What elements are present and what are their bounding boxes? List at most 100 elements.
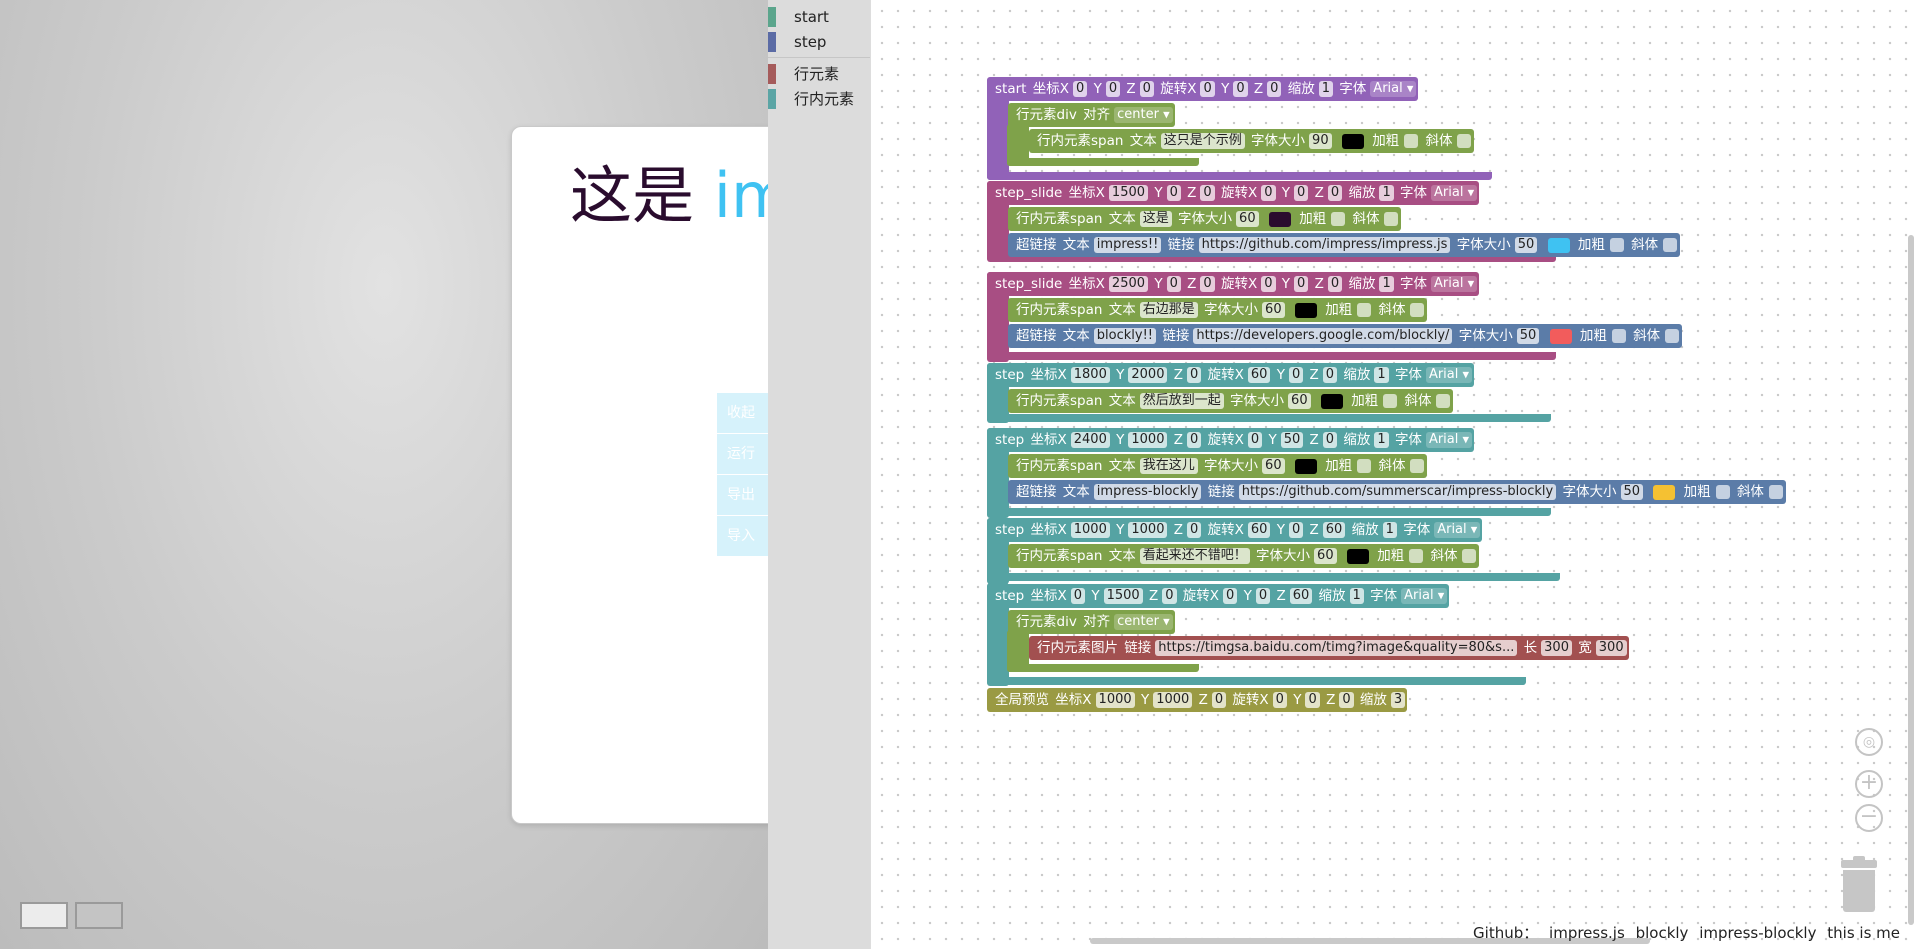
italic-checkbox[interactable] <box>1410 459 1425 473</box>
field-scale[interactable]: 1 <box>1318 81 1333 97</box>
field-font-size[interactable]: 50 <box>1620 484 1644 500</box>
bold-checkbox[interactable] <box>1357 459 1372 473</box>
field-y[interactable]: 2000 <box>1128 367 1168 383</box>
bold-checkbox[interactable] <box>1409 549 1424 563</box>
import-button[interactable]: 导入 <box>717 516 773 556</box>
field-text[interactable]: impress!! <box>1093 237 1162 253</box>
start-block[interactable]: start 坐标X 0 Y0 Z0 旋转X 0 Y0 Z0 缩放 1 字体 Arial … <box>987 77 1419 101</box>
toolbox-category-row-element[interactable]: 行元素 <box>768 62 870 86</box>
italic-checkbox[interactable] <box>1436 394 1451 408</box>
toolbox-category-inline-element[interactable]: 行内元素 <box>768 87 870 111</box>
field-x[interactable]: 0 <box>1073 81 1088 97</box>
italic-checkbox[interactable] <box>1462 549 1477 563</box>
field-y[interactable]: 1500 <box>1103 588 1143 604</box>
color-swatch[interactable] <box>1547 237 1570 253</box>
run-button[interactable]: 运行 <box>717 434 773 474</box>
field-rotate-z[interactable]: 0 <box>1327 185 1343 201</box>
field-link[interactable]: https://github.com/impress/impress.js <box>1198 237 1451 253</box>
color-swatch[interactable] <box>1294 458 1317 474</box>
field-scale[interactable]: 1 <box>1379 185 1394 201</box>
span-block[interactable]: 行内元素span 文本 右边那是 字体大小 60 加粗 斜体 <box>1008 298 1428 322</box>
target-icon[interactable]: ◎ <box>1855 728 1883 756</box>
field-x[interactable]: 1000 <box>1070 522 1110 538</box>
span-block[interactable]: 行内元素span 文本 然后放到一起 字体大小 60 加粗 斜体 <box>1008 389 1454 413</box>
span-block[interactable]: 行内元素span 文本 这只是个示例 字体大小 90 加粗 斜体 <box>1029 129 1475 153</box>
step-block[interactable]: step 坐标X 0 Y 1500 Z0 旋转X 0 Y0 Z 60 缩放 1 字体 Ari… <box>987 584 1450 608</box>
font-dropdown[interactable]: Arial ▾ <box>1431 276 1478 292</box>
trash-icon[interactable] <box>1841 856 1877 912</box>
image-block[interactable]: 行内元素图片 链接 https://timgsa.baidu.com/timg?i… <box>1029 636 1629 660</box>
italic-checkbox[interactable] <box>1663 238 1678 252</box>
field-z[interactable]: 0 <box>1187 367 1202 383</box>
field-scale[interactable]: 1 <box>1374 432 1389 448</box>
toolbox-category-start[interactable]: start <box>768 5 870 29</box>
field-font-size[interactable]: 60 <box>1262 458 1285 474</box>
bold-checkbox[interactable] <box>1611 329 1626 343</box>
field-rotate-x[interactable]: 60 <box>1247 522 1271 538</box>
div-block[interactable]: 行元素div 对齐 center ▾ <box>1008 610 1175 634</box>
field-rotate-z[interactable]: 0 <box>1327 276 1343 292</box>
field-x[interactable]: 1000 <box>1095 692 1135 708</box>
toolbox-category-step[interactable]: step <box>768 30 870 54</box>
field-text[interactable]: 看起来还不错吧！ <box>1139 548 1250 564</box>
field-text[interactable]: impress-blockly <box>1093 484 1202 500</box>
align-dropdown[interactable]: center ▾ <box>1114 614 1173 630</box>
field-rotate-y[interactable]: 0 <box>1255 588 1271 604</box>
link-blockly[interactable]: blockly <box>1636 924 1689 942</box>
italic-checkbox[interactable] <box>1665 329 1680 343</box>
overview-block[interactable]: 全局预览 坐标X 1000 Y 1000 Z0 旋转X 0 Y0 Z0 缩放 3 <box>987 688 1408 712</box>
field-font-size[interactable]: 50 <box>1516 328 1540 344</box>
field-rotate-y[interactable]: 0 <box>1294 185 1309 201</box>
field-text[interactable]: 这是 <box>1139 211 1172 227</box>
span-block[interactable]: 行内元素span 文本 我在这儿 字体大小 60 加粗 斜体 <box>1008 454 1428 478</box>
field-scale[interactable]: 1 <box>1379 276 1394 292</box>
field-width[interactable]: 300 <box>1595 640 1627 656</box>
field-link[interactable]: https://developers.google.com/blockly/ <box>1193 328 1453 344</box>
font-dropdown[interactable]: Arial ▾ <box>1401 588 1448 604</box>
field-x[interactable]: 2400 <box>1070 432 1110 448</box>
field-z[interactable]: 0 <box>1187 522 1202 538</box>
vertical-scrollbar[interactable] <box>1908 235 1914 925</box>
color-swatch[interactable] <box>1320 393 1343 409</box>
field-rotate-z[interactable]: 0 <box>1322 432 1338 448</box>
field-rotate-z[interactable]: 0 <box>1322 367 1338 383</box>
next-slide-button[interactable] <box>75 902 123 929</box>
hyperlink-block[interactable]: 超链接 文本 impress-blockly 链接 https://github.c… <box>1008 480 1786 504</box>
field-font-size[interactable]: 60 <box>1314 548 1337 564</box>
hyperlink-block[interactable]: 超链接 文本 impress!! 链接 https://github.com/imp… <box>1008 233 1681 257</box>
field-font-size[interactable]: 60 <box>1288 393 1311 409</box>
field-z[interactable]: 0 <box>1139 81 1154 97</box>
bold-checkbox[interactable] <box>1383 394 1398 408</box>
font-dropdown[interactable]: Arial ▾ <box>1425 367 1473 383</box>
field-link[interactable]: https://timgsa.baidu.com/timg?image&qual… <box>1155 640 1518 656</box>
div-block[interactable]: 行元素div 对齐 center ▾ <box>1008 103 1175 127</box>
step-block[interactable]: step 坐标X 1800 Y 2000 Z0 旋转X 60 Y0 Z0 缩放 1 字体… <box>987 363 1475 387</box>
color-swatch[interactable] <box>1268 211 1291 227</box>
step-block[interactable]: step 坐标X 2400 Y 1000 Z0 旋转X 0 Y 50 Z0 缩放 1 字体… <box>987 428 1475 452</box>
step-slide-block[interactable]: step_slide 坐标X 2500 Y0 Z0 旋转X 0 Y0 Z0 缩放 1 … <box>987 272 1480 296</box>
field-text[interactable]: 右边那是 <box>1139 302 1198 318</box>
field-rotate-x[interactable]: 0 <box>1261 185 1276 201</box>
font-dropdown[interactable]: Arial ▾ <box>1431 185 1478 201</box>
field-length[interactable]: 300 <box>1541 640 1572 656</box>
bold-checkbox[interactable] <box>1715 485 1730 499</box>
field-rotate-z[interactable]: 0 <box>1267 81 1282 97</box>
field-x[interactable]: 1500 <box>1108 185 1149 201</box>
hyperlink-block[interactable]: 超链接 文本 blockly!! 链接 https://developers.goo… <box>1008 324 1683 348</box>
field-text[interactable]: 然后放到一起 <box>1139 393 1224 409</box>
field-y[interactable]: 1000 <box>1128 522 1168 538</box>
collapse-button[interactable]: 收起 <box>717 393 773 433</box>
field-rotate-y[interactable]: 0 <box>1288 367 1304 383</box>
italic-checkbox[interactable] <box>1457 134 1472 148</box>
step-block[interactable]: step 坐标X 1000 Y 1000 Z0 旋转X 60 Y0 Z 60 缩放 1 字… <box>987 518 1483 542</box>
field-z[interactable]: 0 <box>1200 276 1215 292</box>
field-rotate-y[interactable]: 0 <box>1233 81 1248 97</box>
field-text[interactable]: blockly!! <box>1093 328 1157 344</box>
italic-checkbox[interactable] <box>1384 212 1399 226</box>
bold-checkbox[interactable] <box>1404 134 1419 148</box>
field-rotate-z[interactable]: 60 <box>1322 522 1346 538</box>
font-dropdown[interactable]: Arial ▾ <box>1370 81 1417 97</box>
field-rotate-y[interactable]: 0 <box>1288 522 1304 538</box>
field-y[interactable]: 0 <box>1166 276 1181 292</box>
field-y[interactable]: 0 <box>1166 185 1181 201</box>
